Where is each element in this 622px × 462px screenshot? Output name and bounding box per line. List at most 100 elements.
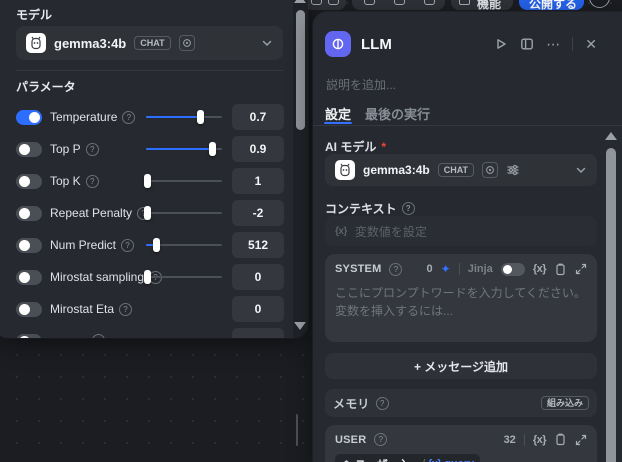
help-icon[interactable] <box>92 334 105 338</box>
tab-settings[interactable]: 設定 <box>325 104 351 123</box>
top-k-value[interactable]: 1 <box>232 168 284 194</box>
num-predict-slider[interactable] <box>146 238 222 252</box>
repeat-penalty-slider[interactable] <box>144 206 222 220</box>
divider <box>313 125 622 126</box>
organize-icon[interactable] <box>424 0 435 5</box>
param-label: Top K <box>50 174 81 188</box>
help-icon[interactable]: ? <box>374 433 388 446</box>
expand-icon[interactable] <box>575 434 587 446</box>
help-icon[interactable]: ? <box>85 142 99 156</box>
temperature-toggle[interactable] <box>16 110 42 125</box>
copy-icon[interactable] <box>554 433 567 446</box>
model-name: gemma3:4b <box>363 163 430 177</box>
divider <box>523 433 525 446</box>
mirostat-sampling-slider[interactable] <box>144 270 222 284</box>
note-icon[interactable] <box>394 0 405 5</box>
description-placeholder[interactable]: 説明を追加... <box>326 76 396 93</box>
parameter-row-mirostat-eta: Mirostat Eta? 0 <box>0 293 308 325</box>
top-p-toggle[interactable] <box>16 142 42 157</box>
chip-variable-name: query <box>444 458 474 462</box>
help-icon[interactable]: ? <box>122 110 136 124</box>
help-icon[interactable]: ? <box>119 302 133 316</box>
add-node-icon[interactable] <box>364 0 375 5</box>
help-circle-button[interactable] <box>589 0 610 8</box>
toolbar-pointer-group[interactable] <box>304 0 346 10</box>
user-prompt-box[interactable]: USER ? 32 {x} ユーザー入... / {x} query <box>325 425 597 462</box>
param-label: Mirostat sampling <box>50 270 145 284</box>
model-selector[interactable]: gemma3:4b CHAT <box>16 26 283 60</box>
system-prompt-box[interactable]: SYSTEM ? 0 ✦ Jinja {x} ここにプロンプトワードを入力してく… <box>325 254 597 342</box>
help-icon[interactable]: ? <box>389 262 403 276</box>
more-icon[interactable]: ⋯ <box>546 37 560 51</box>
mirostat-eta-value[interactable]: 0 <box>232 296 284 322</box>
docs-icon[interactable] <box>520 37 534 51</box>
partial-value[interactable] <box>232 328 284 338</box>
num-predict-toggle[interactable] <box>16 238 42 253</box>
context-input[interactable]: {x} 変数値を設定 <box>325 216 597 246</box>
expand-icon[interactable] <box>575 263 587 275</box>
help-icon[interactable]: ? <box>375 396 389 410</box>
parameter-row-repeat-penalty: Repeat Penalty? -2 <box>0 197 308 229</box>
variable-chip[interactable]: ユーザー入... / {x} query <box>335 454 481 462</box>
mirostat-sampling-value[interactable]: 0 <box>232 264 284 290</box>
popup-scrollbar-thumb[interactable] <box>295 10 305 130</box>
tab-last-run[interactable]: 最後の実行 <box>365 104 430 123</box>
model-name: gemma3:4b <box>54 35 127 51</box>
top-p-slider[interactable] <box>146 142 222 156</box>
tune-params-icon[interactable] <box>506 163 520 177</box>
features-icon <box>459 0 470 5</box>
param-label: Num Predict <box>50 238 117 252</box>
help-icon[interactable]: ? <box>85 174 99 188</box>
chat-badge: CHAT <box>437 162 475 178</box>
num-predict-value[interactable]: 512 <box>232 232 284 258</box>
add-message-button[interactable]: + メッセージ追加 <box>325 353 597 379</box>
temperature-value[interactable]: 0.7 <box>232 104 284 130</box>
memory-row[interactable]: メモリ ? 組み込み <box>325 389 597 417</box>
top-k-toggle[interactable] <box>16 174 42 189</box>
temperature-slider[interactable] <box>146 110 222 124</box>
mirostat-sampling-toggle[interactable] <box>16 270 42 285</box>
features-label: 機能 <box>477 0 502 11</box>
system-word-count: 0 <box>426 263 433 275</box>
hand-icon[interactable] <box>328 0 339 5</box>
node-header: LLM ⋯ ✕ <box>325 30 597 58</box>
repeat-penalty-toggle[interactable] <box>16 206 42 221</box>
copy-icon[interactable] <box>554 263 567 276</box>
partial-toggle[interactable] <box>16 334 42 338</box>
repeat-penalty-value[interactable]: -2 <box>232 200 284 226</box>
run-icon[interactable] <box>494 37 508 51</box>
variable-icon[interactable]: {x} <box>533 263 547 275</box>
canvas-scrollbar-fragment[interactable] <box>296 414 298 446</box>
chip-separator: / <box>422 458 425 462</box>
param-label: Top P <box>50 142 81 156</box>
panel-scrollbar[interactable] <box>604 126 617 462</box>
close-icon[interactable]: ✕ <box>585 37 597 51</box>
jinja-label: Jinja <box>467 263 493 275</box>
chat-badge: CHAT <box>134 35 171 51</box>
features-button[interactable]: 機能 <box>451 0 513 11</box>
param-label: Temperature <box>50 110 118 124</box>
variable-icon[interactable]: {x} <box>533 434 547 446</box>
prompt-generator-icon[interactable]: ✦ <box>441 262 451 276</box>
mirostat-eta-toggle[interactable] <box>16 302 42 317</box>
toolbar-edit-group[interactable] <box>352 0 445 10</box>
popup-scrollbar[interactable] <box>293 0 308 338</box>
scroll-up-icon[interactable] <box>294 0 306 3</box>
top-p-value[interactable]: 0.9 <box>232 136 284 162</box>
model-section-label: モデル <box>16 8 53 22</box>
panel-scrollbar-thumb[interactable] <box>605 148 616 462</box>
scroll-down-icon[interactable] <box>294 322 306 330</box>
scroll-up-icon[interactable] <box>604 132 617 140</box>
help-icon[interactable]: ? <box>401 202 415 215</box>
pointer-icon[interactable] <box>311 0 322 5</box>
top-k-slider[interactable] <box>144 174 222 188</box>
home-icon <box>341 459 352 462</box>
builtin-badge: 組み込み <box>540 395 589 411</box>
user-word-count: 32 <box>503 433 516 446</box>
ai-model-selector[interactable]: gemma3:4b CHAT <box>325 154 597 186</box>
jinja-toggle[interactable] <box>500 262 525 276</box>
vision-capability-icon <box>482 162 499 178</box>
publish-button[interactable]: 公開する <box>519 0 584 11</box>
help-icon[interactable]: ? <box>121 238 135 252</box>
chevron-down-icon <box>575 164 587 176</box>
